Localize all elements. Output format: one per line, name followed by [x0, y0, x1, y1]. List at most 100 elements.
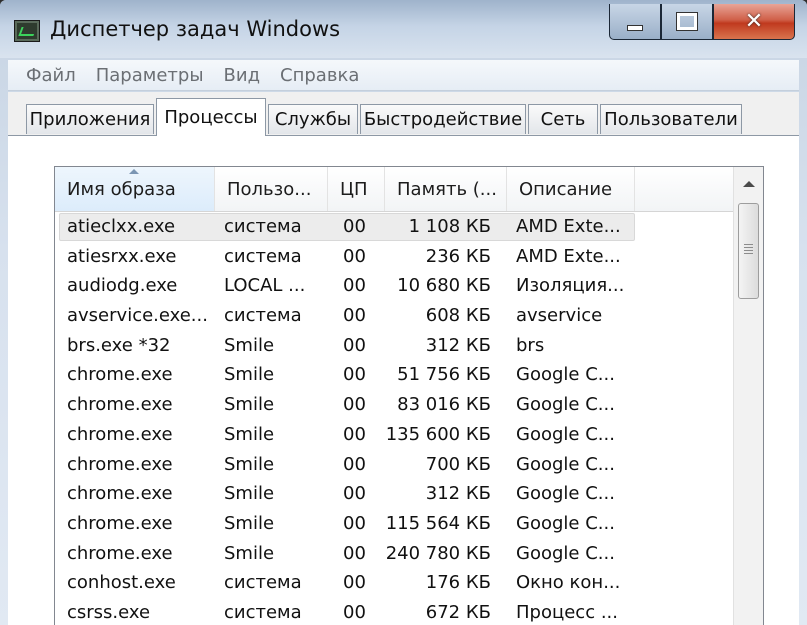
table-row[interactable]: atiesrxx.exe система 00 236 КБ AMD Exte... — [55, 242, 733, 272]
description-cell: brs — [516, 334, 545, 356]
maximize-button[interactable] — [661, 4, 713, 40]
tab-network[interactable]: Сеть — [528, 104, 598, 134]
table-row[interactable]: csrss.exe система 00 672 КБ Процесс ... — [55, 598, 733, 625]
image-name-cell: chrome.exe — [67, 423, 173, 445]
tab-performance[interactable]: Быстродействие — [360, 104, 526, 134]
description-cell: AMD Exte... — [516, 245, 621, 267]
process-list[interactable]: Имя образа Пользо... ЦП Память (... Опис… — [54, 166, 764, 625]
description-cell: Google C... — [516, 394, 615, 416]
user-cell: Smile — [224, 334, 275, 356]
memory-cell: 51 756 КБ — [397, 364, 491, 386]
memory-cell: 236 КБ — [425, 245, 491, 267]
cpu-cell: 00 — [343, 334, 366, 356]
column-filler — [635, 167, 733, 211]
memory-cell: 672 КБ — [425, 601, 491, 623]
window-title: Диспетчер задач Windows — [50, 17, 341, 41]
sort-ascending-icon — [129, 169, 139, 174]
table-row[interactable]: chrome.exe Smile 00 135 600 КБ Google C... — [55, 420, 733, 450]
tab-strip: Приложения Процессы Службы Быстродействи… — [8, 92, 799, 136]
column-memory[interactable]: Память (... — [385, 167, 507, 211]
scroll-up-button[interactable] — [734, 167, 763, 201]
user-cell: Smile — [224, 483, 275, 505]
description-cell: avservice — [516, 305, 603, 327]
table-row[interactable]: audiodg.exe LOCAL ... 00 10 680 КБ Изоляция.… — [55, 271, 733, 301]
user-cell: Smile — [224, 364, 275, 386]
description-cell: Google C... — [516, 512, 615, 534]
image-name-cell: atieclxx.exe — [67, 216, 176, 237]
description-cell: Google C... — [516, 542, 615, 564]
menu-help[interactable]: Справка — [280, 65, 359, 86]
table-row[interactable]: chrome.exe Smile 00 700 КБ Google C... — [55, 450, 733, 480]
user-cell: Smile — [224, 453, 275, 475]
cpu-cell: 00 — [343, 483, 366, 505]
column-cpu-label: ЦП — [340, 178, 368, 200]
tab-applications[interactable]: Приложения — [26, 104, 154, 134]
column-user-label: Пользо... — [227, 178, 312, 200]
title-bar[interactable]: Диспетчер задач Windows ✕ — [0, 0, 807, 58]
menu-view[interactable]: Вид — [224, 65, 261, 86]
cpu-cell: 00 — [343, 364, 366, 386]
column-image-name[interactable]: Имя образа — [55, 167, 215, 211]
cpu-cell: 00 — [343, 245, 366, 267]
menu-file[interactable]: Файл — [26, 65, 76, 86]
cpu-cell: 00 — [343, 216, 366, 237]
user-cell: система — [224, 216, 302, 237]
image-name-cell: chrome.exe — [67, 512, 173, 534]
description-cell: Google C... — [516, 483, 615, 505]
close-button[interactable]: ✕ — [713, 4, 795, 40]
cpu-cell: 00 — [343, 512, 366, 534]
user-cell: система — [224, 305, 302, 327]
memory-cell: 10 680 КБ — [397, 275, 491, 297]
user-cell: Smile — [224, 512, 275, 534]
maximize-icon — [676, 12, 698, 31]
table-row[interactable]: brs.exe *32 Smile 00 312 КБ brs — [55, 331, 733, 361]
tab-processes[interactable]: Процессы — [156, 98, 266, 136]
grip-icon — [744, 244, 753, 256]
description-cell: Google C... — [516, 453, 615, 475]
table-row[interactable]: atieclxx.exe система 00 1 108 КБ AMD Exte... — [55, 212, 733, 242]
memory-cell: 1 108 КБ — [408, 216, 491, 237]
description-cell: Изоляция... — [516, 275, 625, 297]
column-user[interactable]: Пользо... — [215, 167, 328, 211]
description-cell: Google C... — [516, 423, 615, 445]
table-row[interactable]: chrome.exe Smile 00 240 780 КБ Google C... — [55, 539, 733, 569]
window-controls: ✕ — [609, 4, 795, 40]
memory-cell: 312 КБ — [425, 334, 491, 356]
column-cpu[interactable]: ЦП — [328, 167, 385, 211]
column-memory-label: Память (... — [397, 178, 497, 200]
list-header: Имя образа Пользо... ЦП Память (... Опис… — [55, 167, 733, 212]
image-name-cell: chrome.exe — [67, 364, 173, 386]
scroll-thumb[interactable] — [738, 203, 759, 299]
table-row[interactable]: chrome.exe Smile 00 312 КБ Google C... — [55, 479, 733, 509]
table-row[interactable]: avservice.exe... система 00 608 КБ avservice — [55, 301, 733, 331]
tab-users[interactable]: Пользователи — [600, 104, 742, 134]
memory-cell: 135 600 КБ — [385, 423, 491, 445]
user-cell: система — [224, 572, 302, 594]
memory-cell: 312 КБ — [425, 483, 491, 505]
minimize-button[interactable] — [609, 4, 661, 40]
column-description[interactable]: Описание — [507, 167, 635, 211]
process-rows: atieclxx.exe система 00 1 108 КБ AMD Exte...… — [55, 212, 733, 625]
memory-cell: 700 КБ — [425, 453, 491, 475]
memory-cell: 83 016 КБ — [397, 394, 491, 416]
cpu-cell: 00 — [343, 305, 366, 327]
description-cell: AMD Exte... — [516, 216, 621, 237]
image-name-cell: chrome.exe — [67, 394, 173, 416]
tab-services[interactable]: Службы — [268, 104, 358, 134]
description-cell: Google C... — [516, 364, 615, 386]
cpu-cell: 00 — [343, 542, 366, 564]
close-icon: ✕ — [744, 9, 764, 34]
table-row[interactable]: conhost.exe система 00 176 КБ Окно кон... — [55, 568, 733, 598]
cpu-cell: 00 — [343, 601, 366, 623]
table-row[interactable]: chrome.exe Smile 00 115 564 КБ Google C... — [55, 509, 733, 539]
user-cell: Smile — [224, 542, 275, 564]
arrow-up-icon — [742, 181, 755, 187]
column-image-name-label: Имя образа — [67, 178, 176, 200]
menu-options[interactable]: Параметры — [96, 65, 204, 86]
table-row[interactable]: chrome.exe Smile 00 83 016 КБ Google C... — [55, 390, 733, 420]
user-cell: Smile — [224, 423, 275, 445]
image-name-cell: csrss.exe — [67, 601, 151, 623]
table-row[interactable]: chrome.exe Smile 00 51 756 КБ Google C... — [55, 360, 733, 390]
image-name-cell: brs.exe *32 — [67, 334, 171, 356]
vertical-scrollbar[interactable] — [733, 167, 763, 625]
